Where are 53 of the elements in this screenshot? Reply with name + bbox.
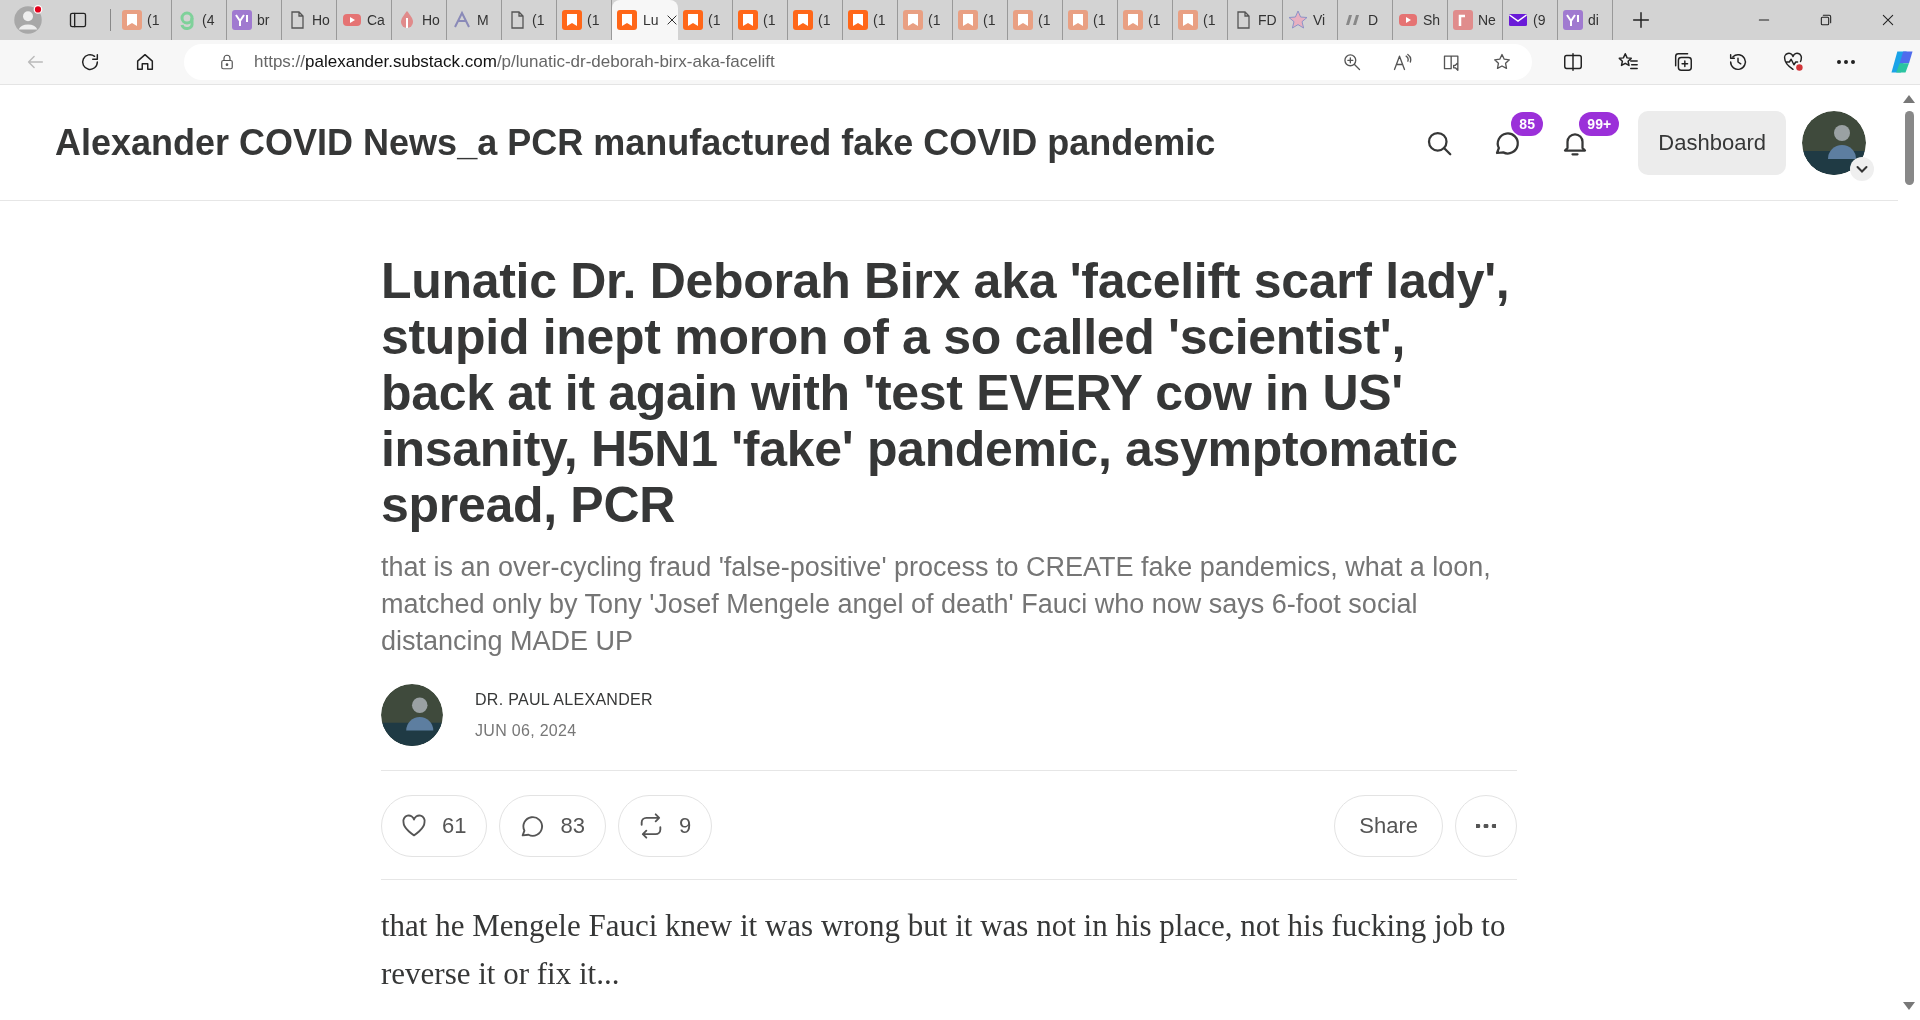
post-date: JUN 06, 2024 — [475, 721, 578, 740]
split-screen-icon[interactable] — [1562, 51, 1584, 73]
history-icon[interactable] — [1727, 51, 1749, 73]
bookmark-icon — [793, 10, 813, 30]
bookmark-icon — [562, 10, 582, 30]
restore-icon[interactable] — [1818, 12, 1834, 28]
bookmark-icon — [1178, 10, 1198, 30]
bookmark-icon — [1123, 10, 1143, 30]
bookmark-icon — [903, 10, 923, 30]
bookmark-icon — [848, 10, 868, 30]
author-name[interactable]: DR. PAUL ALEXANDER — [475, 690, 653, 709]
star-icon — [1288, 10, 1308, 30]
count-badge: 99+ — [1579, 111, 1620, 136]
bookmark-icon — [617, 10, 637, 30]
profile-icon[interactable] — [13, 5, 43, 35]
share-button[interactable]: Share — [1334, 795, 1443, 857]
read-aloud-icon[interactable] — [1392, 52, 1412, 72]
more-icon — [1476, 824, 1496, 828]
tab-actions-icon[interactable] — [68, 10, 88, 30]
favorite-icon[interactable] — [1492, 52, 1512, 72]
collections-icon[interactable] — [1672, 51, 1694, 73]
zoom-in-icon[interactable] — [1342, 52, 1362, 72]
site-icon — [1453, 10, 1473, 30]
close-icon[interactable] — [1880, 12, 1896, 28]
lock-icon — [218, 53, 236, 71]
count-badge: 85 — [1511, 111, 1543, 136]
site-icon — [452, 10, 472, 30]
browser-tab[interactable]: Lu — [612, 0, 678, 40]
site-icon — [1563, 10, 1583, 30]
address-bar[interactable]: https://palexander.substack.com/p/lunatic-dr-deborah-birx-aka-facelift — [184, 44, 1532, 80]
reload-icon[interactable] — [79, 51, 101, 73]
bookmark-icon — [683, 10, 703, 30]
more-icon[interactable] — [1837, 60, 1855, 64]
health-icon[interactable] — [1782, 51, 1804, 73]
bookmark-icon — [738, 10, 758, 30]
bookmark-icon — [1068, 10, 1088, 30]
new-tab-icon[interactable] — [1630, 9, 1652, 31]
dashboard-button[interactable]: Dashboard — [1638, 110, 1786, 175]
body-paragraph: that he Mengele Fauci knew it was wrong but it was not in his place, not his fucking job to reverse it or fix it... — [381, 907, 1507, 993]
restack-button[interactable]: 9 — [617, 795, 713, 857]
bookmark-icon — [1013, 10, 1033, 30]
bookmark-icon — [958, 10, 978, 30]
publication-title[interactable]: Alexander COVID News_a PCR manufactured fake COVID pandemic — [55, 121, 1216, 164]
comment-button[interactable]: 83 — [499, 795, 606, 857]
url-text: https://palexander.substack.com/p/lunatic-dr-deborah-birx-aka-facelift — [254, 52, 775, 72]
site-icon — [232, 10, 252, 30]
article-title: Lunatic Dr. Deborah Birx aka 'facelift scarf lady', stupid inept moron of a so called 'scientist', back at it again with 'test EVERY cow in US' insanity, H5N1 'fake' pandemic, asymptomatic spread, PCR — [381, 253, 1511, 533]
article-subtitle: that is an over-cycling fraud 'false-positive' process to CREATE fake pandemics, what a loon, matched only by Tony 'Josef Mengele angel of death' Fauci who now says 6-foot social distancing MADE UP — [381, 551, 1492, 658]
home-icon[interactable] — [134, 51, 156, 73]
close-icon[interactable] — [664, 13, 678, 27]
bookmark-icon — [122, 10, 142, 30]
like-button[interactable]: 61 — [381, 795, 488, 857]
chevron-down-icon[interactable] — [1850, 156, 1874, 181]
